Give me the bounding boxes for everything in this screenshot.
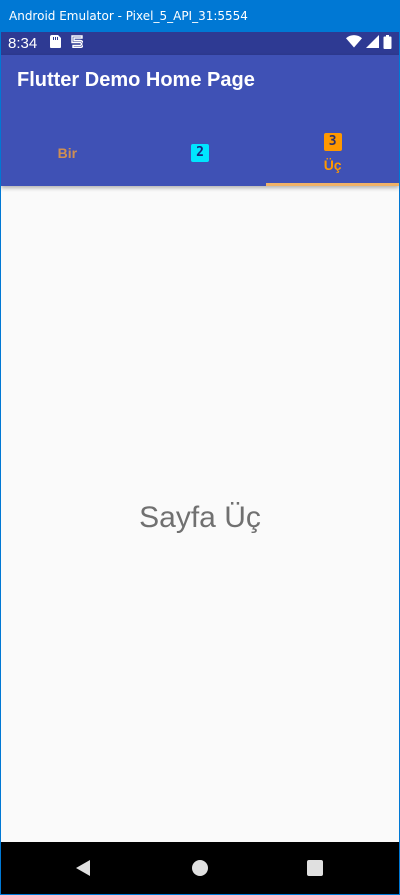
battery-icon [383,34,392,53]
device-screen: 8:34 Flutter Demo Home Page Bir 2 3 Üç S… [1,32,399,894]
cell-signal-icon [366,35,379,52]
sim-card-icon [50,35,62,52]
flutter-debug-icon [71,35,85,52]
recents-icon[interactable] [305,858,325,878]
tab-2-icon-number: 2 [196,145,204,160]
navigation-bar [1,842,399,894]
tab-bir-label: Bir [57,144,78,161]
tab-uc[interactable]: 3 Üç [266,119,399,186]
page-content: Sayfa Üç [1,186,399,842]
app-bar: Flutter Demo Home Page Bir 2 3 Üç [1,55,399,186]
app-title: Flutter Demo Home Page [17,69,255,91]
number-two-icon: 2 [190,143,209,162]
tab-2[interactable]: 2 [134,119,267,186]
back-icon[interactable] [74,858,94,878]
page-text: Sayfa Üç [139,501,261,534]
tab-uc-icon-number: 3 [328,134,337,149]
number-three-icon: 3 [323,132,342,151]
tab-bir[interactable]: Bir [1,119,134,186]
status-time: 8:34 [8,35,38,52]
status-bar: 8:34 [1,32,399,55]
window-titlebar[interactable]: Android Emulator - Pixel_5_API_31:5554 [0,0,400,32]
wifi-icon [346,35,362,52]
window-title: Android Emulator - Pixel_5_API_31:5554 [9,9,248,23]
tab-uc-label: Üç [323,156,342,173]
tab-bar: Bir 2 3 Üç [1,119,399,186]
home-icon[interactable] [190,858,210,878]
